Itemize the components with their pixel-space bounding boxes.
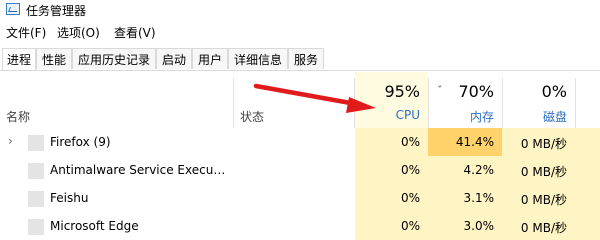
process-icon xyxy=(28,163,44,179)
task-manager-icon xyxy=(6,3,20,15)
tab-users[interactable]: 用户 xyxy=(192,48,228,69)
process-name: Feishu xyxy=(50,191,89,205)
tab-app-history[interactable]: 应用历史记录 xyxy=(72,48,156,69)
process-memory: 3.1% xyxy=(428,184,502,212)
cpu-total-percent: 95% xyxy=(384,82,420,101)
menu-options[interactable]: 选项(O) xyxy=(57,24,100,41)
expand-chevron-icon[interactable]: › xyxy=(8,134,13,148)
process-network xyxy=(575,128,600,156)
process-network xyxy=(575,184,600,212)
process-cpu: 0% xyxy=(355,128,428,156)
process-name: Microsoft Edge xyxy=(50,219,139,233)
memory-total-percent: 70% xyxy=(458,82,494,101)
process-memory: 4.2% xyxy=(428,156,502,184)
title-bar: 任务管理器 xyxy=(0,0,600,20)
process-disk: 0 MB/秒 xyxy=(502,212,575,240)
process-cpu: 0% xyxy=(355,212,428,240)
disk-total-percent: 0% xyxy=(541,82,567,101)
column-divider[interactable] xyxy=(233,78,234,128)
process-name: Firefox (9) xyxy=(50,135,111,149)
menu-view[interactable]: 查看(V) xyxy=(114,24,156,41)
process-row[interactable]: Antimalware Service Executa... 0% 4.2% 0… xyxy=(0,156,600,184)
column-cpu[interactable]: 95% CPU xyxy=(355,72,428,128)
column-disk[interactable]: 0% 磁盘 xyxy=(503,72,575,128)
memory-label: 内存 xyxy=(469,110,494,124)
tab-performance[interactable]: 性能 xyxy=(36,48,72,69)
process-disk: 0 MB/秒 xyxy=(502,128,575,156)
process-disk: 0 MB/秒 xyxy=(502,156,575,184)
disk-label: 磁盘 xyxy=(542,110,567,124)
process-cpu: 0% xyxy=(355,184,428,212)
process-row[interactable]: › Firefox (9) 0% 41.4% 0 MB/秒 xyxy=(0,128,600,156)
process-icon xyxy=(28,219,44,235)
tab-services[interactable]: 服务 xyxy=(288,48,324,69)
window-title: 任务管理器 xyxy=(26,4,87,18)
tab-details[interactable]: 详细信息 xyxy=(228,48,288,69)
process-icon xyxy=(28,191,44,207)
process-row[interactable]: Feishu 0% 3.1% 0 MB/秒 xyxy=(0,184,600,212)
menu-file[interactable]: 文件(F) xyxy=(6,24,46,41)
tab-processes[interactable]: 进程 xyxy=(2,48,36,70)
column-status[interactable]: 状态 xyxy=(240,108,264,125)
tab-startup[interactable]: 启动 xyxy=(156,48,192,69)
menu-bar: 文件(F) 选项(O) 查看(V) xyxy=(0,24,600,42)
process-name: Antimalware Service Executa... xyxy=(50,163,228,177)
column-memory[interactable]: ˇ 70% 内存 xyxy=(429,72,502,128)
column-header: 名称 状态 95% CPU ˇ 70% 内存 0% 磁盘 xyxy=(0,72,600,128)
process-cpu: 0% xyxy=(355,156,428,184)
tab-strip: 进程 性能 应用历史记录 启动 用户 详细信息 服务 xyxy=(0,48,600,71)
sort-chevron-icon: ˇ xyxy=(437,84,443,97)
process-memory: 3.0% xyxy=(428,212,502,240)
process-memory: 41.4% xyxy=(428,128,502,156)
process-icon xyxy=(28,135,44,151)
process-disk: 0 MB/秒 xyxy=(502,184,575,212)
column-divider[interactable] xyxy=(575,78,576,128)
process-row[interactable]: Microsoft Edge 0% 3.0% 0 MB/秒 xyxy=(0,212,600,240)
process-network xyxy=(575,212,600,240)
column-name[interactable]: 名称 xyxy=(6,108,30,125)
process-network xyxy=(575,156,600,184)
cpu-label: CPU xyxy=(395,108,420,122)
